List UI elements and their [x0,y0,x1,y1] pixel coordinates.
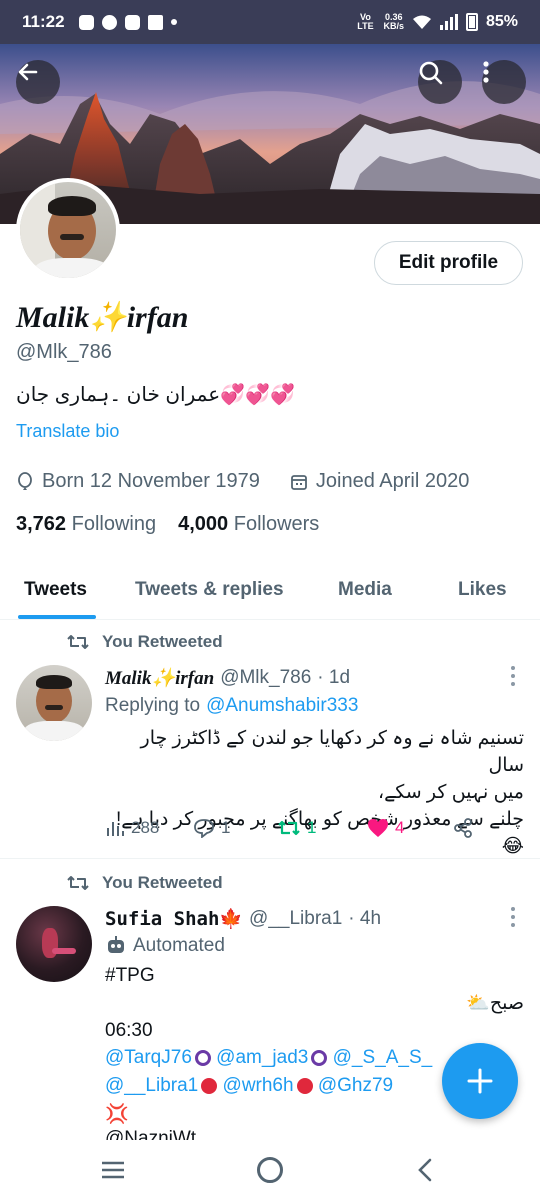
tweet-author-handle-2[interactable]: @__Libra1 [249,908,342,930]
status-bar: 11:22 Vo LTE 0.36 KB/s 85% [0,0,540,44]
robot-icon [108,936,124,953]
more-notifications-dot [170,19,177,25]
tweet-header: Malik✨irfan @Mlk_786 · 1d [105,666,350,690]
tweet-actions: 288 1 1 4 [105,818,485,846]
retweet-icon [278,820,300,836]
tweet-time-2: · 4h [348,907,382,929]
profile-handle: @Mlk_786 [16,341,112,363]
active-tab-indicator [18,615,96,619]
mention-link[interactable]: @Ghz79 [318,1075,393,1096]
like-button[interactable]: 4 [367,818,404,838]
retweet-icon [67,876,89,890]
tab-likes[interactable]: Likes [458,560,507,620]
mention-link-cut[interactable]: @NazniWt [105,1128,196,1140]
avatar-photo [20,182,116,278]
more-vertical-icon [483,61,489,83]
mention-link[interactable]: @_S_A_S_ [333,1047,433,1068]
mention-link[interactable]: @__Libra1 [105,1075,198,1096]
tweet-author-avatar[interactable] [16,665,92,741]
tweet-more-button-2[interactable] [508,907,518,927]
chevron-left-icon [418,1158,432,1182]
signal-icon [439,14,458,30]
home-button[interactable] [257,1157,283,1183]
retweet-button[interactable]: 1 [277,818,316,838]
mention-link[interactable]: @wrh6h [223,1075,294,1096]
joined-date: Joined April 2020 [315,470,470,492]
retweet-indicator: You Retweeted [66,632,223,652]
tweet-author-handle[interactable]: @Mlk_786 [220,667,311,689]
compose-tweet-button[interactable] [442,1043,518,1119]
views-chart-icon [107,822,124,836]
profile-meta: Born 12 November 1979 Joined April 2020 [16,470,469,493]
edit-profile-button[interactable]: Edit profile [374,241,523,285]
system-navigation-bar [0,1140,540,1200]
network-speed: 0.36 KB/s [383,12,404,31]
mentions-line-1: @TarqJ76 @am_jad3 @_S_A_S_ [105,1047,445,1069]
tab-tweets[interactable]: Tweets [24,560,87,620]
mention-link[interactable]: @am_jad3 [216,1047,308,1068]
snapchat-icon-2 [124,14,140,30]
recent-apps-button[interactable] [100,1160,126,1180]
more-options-button[interactable] [482,60,526,104]
tab-media[interactable]: Media [338,560,392,620]
mention-link[interactable]: @TarqJ76 [105,1047,192,1068]
calendar-icon [291,474,307,490]
volte-indicator: Vo LTE [357,12,374,31]
follow-stats: 3,762 Following 4,000 Followers [16,513,319,536]
arrow-left-icon [18,63,38,81]
tweet-author-name-2[interactable]: Sufia Shah🍁 [105,907,243,930]
status-time: 11:22 [22,12,65,31]
tweet-time-text: 06:30 [105,1020,153,1041]
tiktok-icon [147,14,163,30]
heart-filled-icon [368,819,388,837]
bead-icon [194,1049,211,1066]
share-button[interactable] [453,818,473,838]
balloon-icon [18,471,32,490]
wifi-icon [412,15,431,29]
profile-avatar[interactable] [16,178,120,282]
back-nav-button[interactable] [414,1158,436,1182]
automated-label: Automated [105,935,225,957]
snapchat-icon [78,14,94,30]
notification-icons [78,14,177,30]
stop-sign-icon [296,1077,313,1094]
stop-sign-icon [201,1077,218,1094]
profile-display-name: Malik✨irfan [16,301,189,334]
tweet-divider [0,858,540,859]
retweet-indicator-2: You Retweeted [66,873,223,893]
views-button[interactable]: 288 [105,818,159,838]
share-icon [454,818,472,838]
recents-icon [102,1161,124,1179]
tweet-more-button[interactable] [508,666,518,686]
hashtag-link[interactable]: #TPG [105,965,155,987]
battery-icon [465,13,478,31]
battery-percent: 85% [485,13,518,30]
whatsapp-icon [101,14,117,30]
profile-bio: عمران خان ۔ہماری جان💞💞💞 [16,384,295,406]
profile-tabs: Tweets Tweets & replies Media Likes [0,560,540,620]
plus-icon [467,1068,493,1094]
back-button[interactable] [16,60,60,104]
followers-link[interactable]: 4,000 Followers [178,513,319,536]
tweet-header-2: Sufia Shah🍁 @__Libra1 · 4h [105,907,382,931]
replying-to-mention[interactable]: @Anumshabir333 [206,695,358,717]
replying-to-line: Replying to @Anumshabir333 [105,695,359,717]
retweet-icon [67,635,89,649]
birth-date: Born 12 November 1979 [42,470,260,492]
anger-symbol: 💢 [105,1104,129,1125]
following-link[interactable]: 3,762 Following [16,513,156,536]
tweet-greeting: صبح⛅ [466,993,524,1014]
search-icon [419,61,443,85]
bead-icon [311,1049,328,1066]
translate-bio-link[interactable]: Translate bio [16,421,119,442]
tweet-time: · 1d [317,667,351,688]
mentions-line-2: @__Libra1 @wrh6h @Ghz79 [105,1075,393,1097]
search-button[interactable] [418,60,462,104]
reply-bubble-icon [194,819,214,838]
tab-tweets-replies[interactable]: Tweets & replies [135,560,284,620]
tweet-author-name[interactable]: Malik✨irfan [105,666,214,690]
tweet-author-avatar-2[interactable] [16,906,92,982]
reply-button[interactable]: 1 [193,818,230,838]
